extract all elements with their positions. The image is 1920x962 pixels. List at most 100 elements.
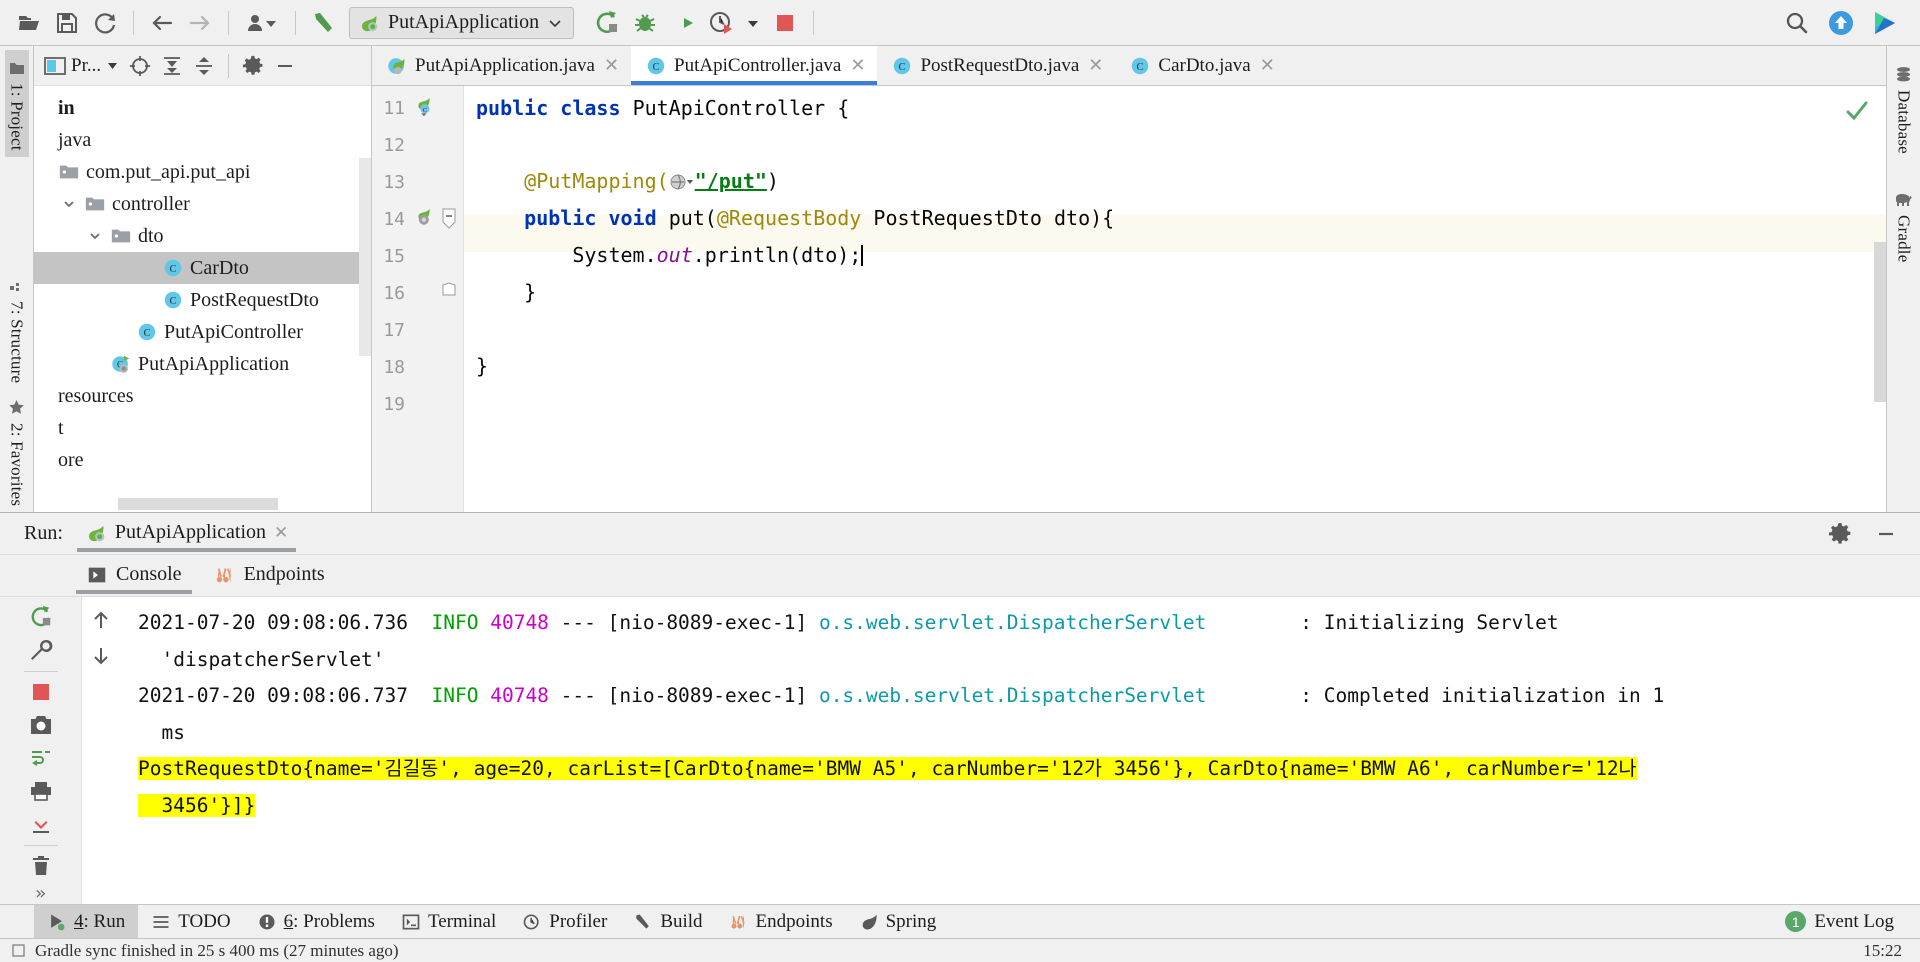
open-folder-icon[interactable] xyxy=(12,6,46,40)
run-with-coverage-button[interactable] xyxy=(666,6,700,40)
code-string-path[interactable]: "/put" xyxy=(695,169,767,193)
gear-icon[interactable] xyxy=(238,51,268,81)
tree-node-resources[interactable]: resources xyxy=(34,380,371,412)
web-endpoint-inlay-icon[interactable] xyxy=(669,173,695,191)
print-icon[interactable] xyxy=(21,775,61,808)
tree-node-t[interactable]: t xyxy=(34,412,371,444)
camera-icon[interactable] xyxy=(21,709,61,742)
tool-window-todo[interactable]: TODO xyxy=(138,905,243,939)
chevron-down-icon[interactable] xyxy=(60,197,78,211)
up-icon[interactable] xyxy=(90,609,112,631)
sidebar-item-gradle[interactable]: Gradle xyxy=(1892,182,1916,268)
scroll-to-end-icon[interactable] xyxy=(21,808,61,841)
close-icon[interactable]: ✕ xyxy=(274,523,288,543)
down-icon[interactable] xyxy=(90,645,112,667)
rerun-icon[interactable] xyxy=(21,601,61,634)
code-line-18: } xyxy=(476,354,488,378)
tree-node-cardto[interactable]: C CarDto xyxy=(34,252,371,284)
fold-end-icon[interactable] xyxy=(441,282,457,296)
editor-tab-putapiapplication-java[interactable]: PutApiApplication.java ✕ xyxy=(372,46,631,85)
project-panel-title[interactable]: Pr... xyxy=(40,55,123,77)
sidebar-item-favorites[interactable]: 2: Favorites xyxy=(5,389,29,512)
sidebar-item-structure[interactable]: 7: Structure xyxy=(5,268,29,389)
tool-window-4-run[interactable]: 4: Run xyxy=(34,904,139,939)
debug-button[interactable] xyxy=(628,6,662,40)
search-icon[interactable] xyxy=(1780,6,1814,40)
tree-node-com-put-api-put-api[interactable]: com.put_api.put_api xyxy=(34,156,371,188)
project-tree[interactable]: in java com.put_api.put_api controller dto C C… xyxy=(34,86,371,512)
tool-window-build[interactable]: Build xyxy=(620,905,715,939)
run-subtabs: Console Endpoints xyxy=(0,555,1920,597)
hide-panel-button[interactable] xyxy=(270,51,300,81)
event-log-label[interactable]: Event Log xyxy=(1814,911,1894,933)
run-subtab-endpoints[interactable]: Endpoints xyxy=(210,557,329,594)
close-icon[interactable]: ✕ xyxy=(1258,55,1275,76)
run-button[interactable] xyxy=(590,6,624,40)
sidebar-item-database[interactable]: Database xyxy=(1892,56,1916,160)
project-tree-hscrollbar[interactable] xyxy=(118,498,278,510)
more-icon[interactable]: » xyxy=(21,883,61,904)
save-all-icon[interactable] xyxy=(50,6,84,40)
inspection-ok-icon[interactable] xyxy=(1844,98,1870,124)
tree-node-dto[interactable]: dto xyxy=(34,220,371,252)
sidebar-item-structure-label: 7: Structure xyxy=(7,300,27,383)
line-number: 13 xyxy=(383,172,405,193)
editor-vertical-scrollbar[interactable] xyxy=(1874,242,1886,402)
bean-method-icon[interactable] xyxy=(412,206,434,228)
minimize-icon[interactable] xyxy=(1874,522,1898,546)
tool-window-endpoints[interactable]: Endpoints xyxy=(716,905,846,939)
close-icon[interactable]: ✕ xyxy=(602,55,619,76)
vcs-update-icon[interactable] xyxy=(240,6,284,40)
run-config-tab[interactable]: PutApiApplication ✕ xyxy=(76,515,297,552)
ide-logo-icon[interactable] xyxy=(1868,6,1902,40)
tool-window-terminal[interactable]: Terminal xyxy=(388,905,509,939)
code-content[interactable]: public class PutApiController { @PutMapp… xyxy=(464,86,1886,512)
console-text: INFO xyxy=(431,684,479,707)
tree-node-in[interactable]: in xyxy=(34,92,371,124)
back-icon[interactable] xyxy=(145,6,179,40)
run-configuration-selector[interactable]: PutApiApplication xyxy=(349,6,575,39)
wrench-icon[interactable] xyxy=(21,634,61,667)
tree-node-putapicontroller[interactable]: C PutApiController xyxy=(34,316,371,348)
editor-tab-postrequestdto-java[interactable]: C PostRequestDto.java ✕ xyxy=(877,46,1115,85)
tool-window-spring[interactable]: Spring xyxy=(846,905,950,939)
code-brace: } xyxy=(476,354,489,378)
profiler-dropdown-icon[interactable] xyxy=(742,6,764,40)
svg-text:C: C xyxy=(899,62,906,73)
tool-window-6-problems[interactable]: 6: Problems xyxy=(244,905,388,939)
editor-tab-cardto-java[interactable]: C CarDto.java ✕ xyxy=(1115,46,1286,85)
expand-all-button[interactable] xyxy=(157,51,187,81)
select-opened-file-button[interactable] xyxy=(125,51,155,81)
sync-icon[interactable] xyxy=(88,6,122,40)
chevron-down-icon[interactable] xyxy=(86,229,104,243)
tool-window-profiler[interactable]: Profiler xyxy=(509,905,620,939)
project-tree-scrollbar[interactable] xyxy=(359,158,371,356)
tree-node-java[interactable]: java xyxy=(34,124,371,156)
console-output[interactable]: 2021-07-20 09:08:06.736 INFO 40748 --- [… xyxy=(120,597,1920,904)
update-icon[interactable] xyxy=(1824,6,1858,40)
build-icon[interactable] xyxy=(307,6,341,40)
forward-icon[interactable] xyxy=(183,6,217,40)
close-icon[interactable]: ✕ xyxy=(1086,55,1103,76)
editor-viewport[interactable]: 11 C 12 13 14 15 16 17 18 19 public class PutApiC… xyxy=(372,86,1886,512)
tree-node-controller[interactable]: controller xyxy=(34,188,371,220)
trash-icon[interactable] xyxy=(21,850,61,883)
sidebar-item-project[interactable]: 1: Project xyxy=(4,50,29,157)
tree-node-ore[interactable]: ore xyxy=(34,444,371,476)
gear-icon[interactable] xyxy=(1828,522,1852,546)
stop-button[interactable] xyxy=(768,6,802,40)
editor-gutter[interactable]: 11 C 12 13 14 15 16 17 18 19 xyxy=(372,86,464,512)
tree-node-putapiapplication[interactable]: C PutApiApplication xyxy=(34,348,371,380)
line-number: 11 xyxy=(383,98,405,119)
profiler-button[interactable] xyxy=(704,6,738,40)
stop-icon[interactable] xyxy=(21,676,61,709)
bean-class-icon[interactable]: C xyxy=(412,95,434,117)
fold-collapse-icon[interactable] xyxy=(441,208,457,230)
collapse-all-button[interactable] xyxy=(189,51,219,81)
run-subtab-console[interactable]: Console xyxy=(76,557,192,594)
soft-wrap-icon[interactable] xyxy=(21,742,61,775)
tree-node-postrequestdto[interactable]: C PostRequestDto xyxy=(34,284,371,316)
editor-tab-putapicontroller-java[interactable]: C PutApiController.java ✕ xyxy=(631,46,878,85)
console-text: INFO xyxy=(431,611,479,634)
close-icon[interactable]: ✕ xyxy=(848,55,865,76)
